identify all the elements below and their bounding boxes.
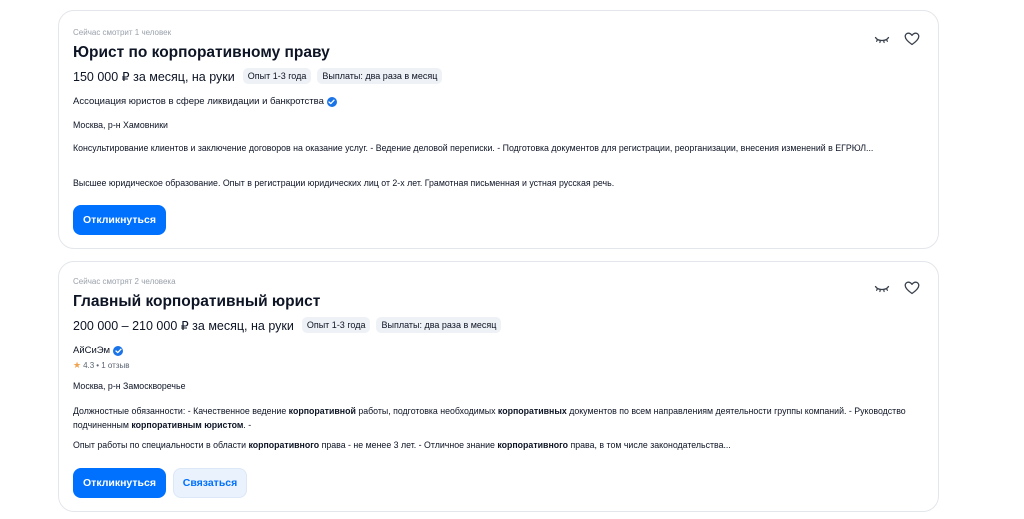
salary: 150 000 ₽ за месяц, на руки [73,69,235,84]
highlight: корпоративного [248,440,320,450]
heart-icon[interactable] [903,280,921,296]
vacancy-title[interactable]: Главный корпоративный юрист [73,293,320,311]
contact-button[interactable]: Связаться [173,468,247,498]
card-actions [873,31,921,47]
company-row: АйСиЭм [73,345,124,356]
apply-button[interactable]: Откликнуться [73,205,166,235]
highlight: корпоративного [497,440,569,450]
salary-row: 200 000 – 210 000 ₽ за месяц, на руки Оп… [73,317,502,333]
vacancy-card[interactable]: Сейчас смотрят 2 человека Главный корпор… [58,261,939,512]
verified-check-icon [326,96,337,107]
text-fragment: Опыт работы по специальности в области [73,440,249,450]
responsibilities: Консультирование клиентов и заключение д… [73,143,874,153]
heart-icon[interactable] [903,31,921,47]
eye-closed-icon[interactable] [873,31,891,47]
company-name[interactable]: Ассоциация юристов в сфере ликвидации и … [73,96,324,107]
rating-value: 4.3 [83,361,95,370]
location: Москва, р-н Хамовники [73,120,168,130]
eye-closed-icon[interactable] [873,280,891,296]
vacancy-card[interactable]: Сейчас смотрит 1 человек Юрист по корпор… [58,10,939,249]
requirements: Высшее юридическое образование. Опыт в р… [73,178,615,188]
salary: 200 000 – 210 000 ₽ за месяц, на руки [73,318,294,333]
company-row: Ассоциация юристов в сфере ликвидации и … [73,96,337,107]
text-fragment: работы, подготовка необходимых [355,406,498,416]
viewers-count: Сейчас смотрит 1 человек [73,28,172,37]
salary-row: 150 000 ₽ за месяц, на руки Опыт 1-3 год… [73,68,443,84]
verified-check-icon [113,345,124,356]
experience-tag: Опыт 1-3 года [301,317,371,333]
location: Москва, р-н Замоскворечье [73,381,186,391]
text-fragment: . - [243,420,252,430]
company-name[interactable]: АйСиЭм [73,345,110,356]
experience-tag: Опыт 1-3 года [242,68,312,84]
text-fragment: права - не менее 3 лет. - Отличное знани… [319,440,498,450]
apply-button[interactable]: Откликнуться [73,468,166,498]
responsibilities: Должностные обязанности: - Качественное … [73,404,933,432]
highlight: корпоративной [288,406,356,416]
vacancy-title[interactable]: Юрист по корпоративному праву [73,44,330,62]
text-fragment: Должностные обязанности: - Качественное … [73,406,289,416]
highlight: корпоративным юристом [131,420,244,430]
reviews-link[interactable]: • 1 отзыв [96,361,129,370]
company-rating: ★ 4.3 • 1 отзыв [73,360,130,371]
payouts-tag: Выплаты: два раза в месяц [376,317,502,333]
viewers-count: Сейчас смотрят 2 человека [73,277,176,286]
highlight: корпоративных [497,406,567,416]
requirements: Опыт работы по специальности в области к… [73,438,933,452]
payouts-tag: Выплаты: два раза в месяц [317,68,443,84]
text-fragment: права, в том числе законодательства... [568,440,731,450]
card-actions [873,280,921,296]
star-icon: ★ [73,360,82,370]
